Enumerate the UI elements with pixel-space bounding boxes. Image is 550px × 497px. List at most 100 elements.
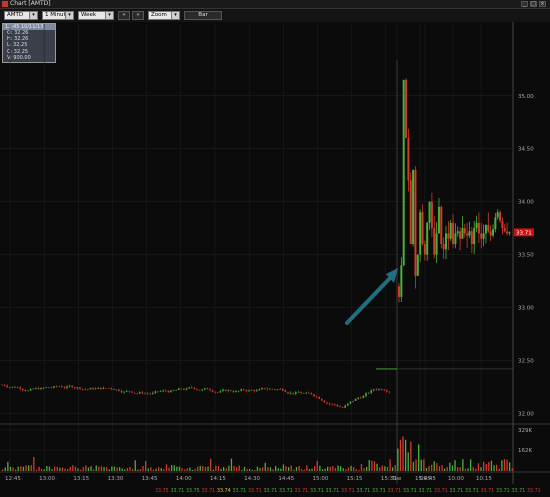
candle-body (482, 233, 485, 239)
volume-bar (282, 464, 285, 471)
candle-body (287, 392, 289, 394)
chart-type-button[interactable]: Bar (184, 11, 222, 20)
scroll-back-button[interactable]: « (118, 11, 130, 20)
candle-body (423, 244, 426, 255)
volume-bar (176, 466, 178, 471)
volume-bar (191, 469, 194, 471)
volume-bar (288, 467, 290, 471)
volume-bar (215, 465, 217, 471)
time-tick-label: 13:45 (142, 476, 158, 482)
candle-body (279, 388, 281, 390)
volume-bar (150, 467, 152, 471)
candle-body (326, 402, 328, 404)
candle-body (120, 390, 123, 393)
volume-bar (353, 467, 355, 471)
candle-body (76, 387, 79, 389)
candle-body (269, 388, 271, 390)
candle-body (354, 398, 357, 401)
volume-bar (59, 467, 61, 471)
candle-body (499, 212, 502, 221)
volume-bar (457, 467, 459, 471)
volume-bar (444, 468, 446, 471)
volume-bar (90, 466, 92, 471)
time-tick-label: 15:30 (381, 476, 397, 482)
candle-body (204, 388, 206, 390)
candle-body (224, 389, 227, 392)
close-button[interactable]: × (539, 1, 546, 7)
volume-bar (368, 460, 370, 471)
bottom-price-label: 33.71 (279, 488, 293, 494)
candle-body (496, 212, 499, 218)
volume-bar (436, 463, 438, 471)
candle-body (188, 387, 190, 389)
candle-body (243, 389, 245, 391)
maximize-button[interactable]: □ (530, 1, 537, 7)
volume-bar (243, 466, 246, 471)
candle-body (492, 229, 494, 236)
volume-bar (223, 466, 225, 471)
volume-bar (142, 466, 144, 471)
volume-bar (358, 469, 360, 471)
volume-bar (410, 441, 412, 471)
candle-body (480, 233, 483, 239)
candle-body (211, 390, 214, 392)
candle-body (463, 228, 466, 234)
volume-bar (480, 467, 482, 471)
candle-body (159, 391, 162, 393)
volume-bar (412, 461, 415, 471)
candle-body (172, 390, 175, 391)
candle-body (305, 392, 307, 394)
candle-body (105, 387, 107, 389)
volume-bar (360, 464, 363, 471)
candle-body (398, 286, 400, 297)
volume-bar (319, 465, 321, 471)
volume-bar (33, 456, 35, 471)
candle-body (245, 389, 248, 392)
bottom-price-label: 33.71 (481, 488, 495, 494)
volume-bar (316, 460, 318, 471)
volume-bar (275, 466, 277, 471)
symbol-value: AMTD (7, 12, 24, 18)
volume-bar (64, 468, 66, 471)
bottom-price-label: 33.75 (155, 488, 169, 494)
zoom-select[interactable]: Zoom ▾ (148, 11, 180, 20)
candle-body (344, 405, 346, 408)
interval-select[interactable]: 1 Minute ▾ (42, 11, 74, 20)
candle-body (445, 233, 447, 250)
volume-bar (345, 469, 347, 471)
volume-bar (46, 465, 48, 471)
volume-bar (165, 464, 168, 471)
scroll-forward-button[interactable]: » (132, 11, 144, 20)
volume-bar (418, 444, 420, 471)
candle-body (300, 392, 302, 394)
symbol-select[interactable]: AMTD ▾ (4, 11, 38, 20)
volume-bar (212, 469, 214, 471)
volume-bar (314, 466, 316, 471)
volume-bar (340, 466, 342, 471)
volume-bar (160, 468, 162, 471)
candle-body (141, 392, 144, 394)
volume-bar (464, 468, 467, 471)
candle-body (402, 79, 405, 266)
arrow-head-icon (386, 268, 398, 283)
candle-body (349, 401, 352, 404)
volume-bar (74, 466, 77, 471)
candle-body (232, 391, 235, 393)
volume-bar (376, 463, 378, 471)
volume-bar (145, 460, 147, 471)
candle-body (32, 388, 34, 390)
period-select[interactable]: Week ▾ (78, 11, 114, 20)
candle-body (412, 169, 415, 244)
minimize-button[interactable]: _ (521, 1, 528, 7)
candle-body (313, 394, 315, 397)
price-chart[interactable]: 35.00 34.50 34.00 33.50 33.00 32.50 32.00 12:45… (0, 0, 550, 497)
candle-body (321, 398, 323, 401)
candle-body (378, 389, 380, 390)
candle-body (146, 393, 149, 395)
candle-body (489, 231, 492, 236)
candle-body (42, 387, 45, 389)
candle-body (240, 389, 242, 391)
last-price-label: 33.71 (516, 230, 532, 236)
bottom-price-label: 33.71 (465, 488, 479, 494)
candle-body (50, 387, 53, 389)
